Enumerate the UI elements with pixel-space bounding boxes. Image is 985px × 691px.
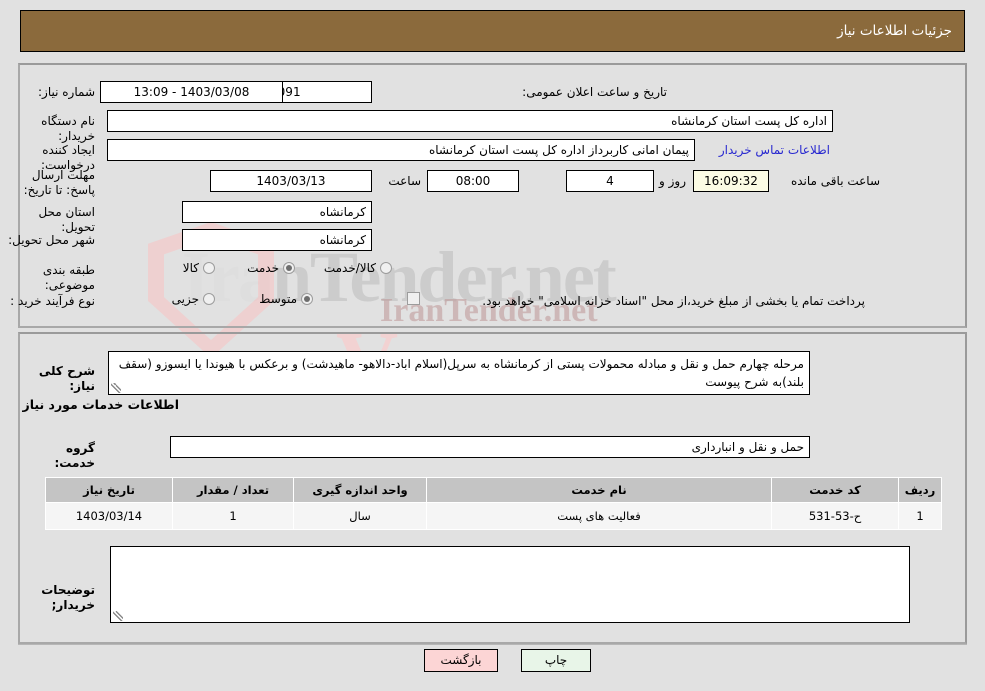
service-group-label: گروه خدمت:	[54, 441, 95, 470]
deadline-hour-label: ساعت	[388, 174, 421, 188]
deadline-date-value: 1403/03/13	[210, 170, 372, 192]
col-header-unit: واحد اندازه گیری	[293, 477, 427, 503]
services-section-title: اطلاعات خدمات مورد نیاز	[22, 397, 180, 412]
resize-grip-icon[interactable]	[111, 383, 121, 393]
category-radio-kala-khedmat[interactable]: کالا/خدمت	[324, 261, 392, 275]
category-radio-kala[interactable]: کالا	[183, 261, 215, 275]
remaining-days-label: روز و	[659, 174, 686, 188]
service-group-value: حمل و نقل و انبارداری	[170, 436, 810, 458]
general-description-label: شرح کلی نیاز:	[38, 364, 95, 393]
city-value: کرمانشاه	[182, 229, 372, 251]
print-button[interactable]: چاپ	[521, 649, 591, 672]
buyer-notes-textarea[interactable]	[110, 546, 910, 623]
general-description-textarea[interactable]: مرحله چهارم حمل و نقل و مبادله محمولات پ…	[108, 351, 810, 395]
creator-value: پیمان امانی کاربرداز اداره کل پست استان …	[107, 139, 695, 161]
services-table: ردیف کد خدمت نام خدمت واحد اندازه گیری ت…	[45, 477, 942, 530]
col-header-quantity: تعداد / مقدار	[172, 477, 294, 503]
process-radio-motevaset[interactable]: متوسط	[259, 292, 313, 306]
category-radio-kala-label: کالا	[182, 261, 199, 275]
col-header-radif: ردیف	[898, 477, 942, 503]
buyer-notes-label: توضیحات خریدار;	[41, 583, 95, 612]
process-label: نوع فرآیند خرید :	[10, 294, 95, 308]
remaining-days-value: 4	[566, 170, 654, 192]
treasury-document-label: پرداخت تمام یا بخشی از مبلغ خرید،از محل …	[482, 294, 865, 308]
col-header-service-name: نام خدمت	[426, 477, 772, 503]
table-row: 1 ح-53-531 فعالیت های پست سال 1 1403/03/…	[45, 502, 942, 530]
treasury-document-checkbox[interactable]	[407, 292, 420, 305]
table-header-row: ردیف کد خدمت نام خدمت واحد اندازه گیری ت…	[45, 477, 942, 503]
col-header-service-code: کد خدمت	[771, 477, 899, 503]
category-radio-khedmat[interactable]: خدمت	[247, 261, 295, 275]
radio-indicator-jozi[interactable]	[203, 293, 215, 305]
province-label: استان محل تحویل:	[38, 205, 95, 234]
general-description-value: مرحله چهارم حمل و نقل و مبادله محمولات پ…	[118, 357, 804, 389]
cell-radif: 1	[898, 502, 942, 530]
col-header-need-date: تاریخ نیاز	[45, 477, 173, 503]
footer-divider	[18, 644, 967, 645]
process-radio-jozi-label: جزیی	[171, 292, 199, 306]
remaining-time-label: ساعت باقی مانده	[790, 174, 880, 188]
cell-need-date: 1403/03/14	[45, 502, 173, 530]
cell-service-name: فعالیت های پست	[426, 502, 772, 530]
cell-service-code: ح-53-531	[771, 502, 899, 530]
radio-indicator-kala-khedmat[interactable]	[380, 262, 392, 274]
category-label: طبقه بندی موضوعی:	[42, 263, 95, 292]
category-radio-kala-khedmat-label: کالا/خدمت	[323, 261, 376, 275]
announce-datetime-value: 1403/03/08 - 13:09	[100, 81, 283, 103]
city-label: شهر محل تحویل:	[8, 233, 95, 247]
need-number-label: شماره نیاز:	[38, 85, 95, 99]
back-button[interactable]: بازگشت	[424, 649, 498, 672]
province-value: کرمانشاه	[182, 201, 372, 223]
page-header-bar: جزئیات اطلاعات نیاز	[20, 10, 965, 52]
buyer-org-value: اداره کل پست استان کرمانشاه	[107, 110, 833, 132]
radio-indicator-motevaset[interactable]	[301, 293, 313, 305]
deadline-hour-value: 08:00	[427, 170, 519, 192]
page-title: جزئیات اطلاعات نیاز	[837, 23, 952, 39]
process-radio-motevaset-label: متوسط	[259, 292, 297, 306]
buyer-org-label: نام دستگاه خریدار:	[41, 114, 95, 143]
announce-datetime-label: تاریخ و ساعت اعلان عمومی:	[522, 85, 667, 99]
buyer-contact-link[interactable]: اطلاعات تماس خریدار	[719, 143, 830, 157]
radio-indicator-khedmat[interactable]	[283, 262, 295, 274]
remaining-time-value: 16:09:32	[693, 170, 769, 192]
cell-quantity: 1	[172, 502, 294, 530]
deadline-label: مهلت ارسال پاسخ: تا تاریخ:	[23, 168, 95, 197]
category-radio-khedmat-label: خدمت	[247, 261, 279, 275]
radio-indicator-kala[interactable]	[203, 262, 215, 274]
cell-unit: سال	[293, 502, 427, 530]
process-radio-jozi[interactable]: جزیی	[172, 292, 215, 306]
resize-grip-icon-notes[interactable]	[113, 611, 123, 621]
